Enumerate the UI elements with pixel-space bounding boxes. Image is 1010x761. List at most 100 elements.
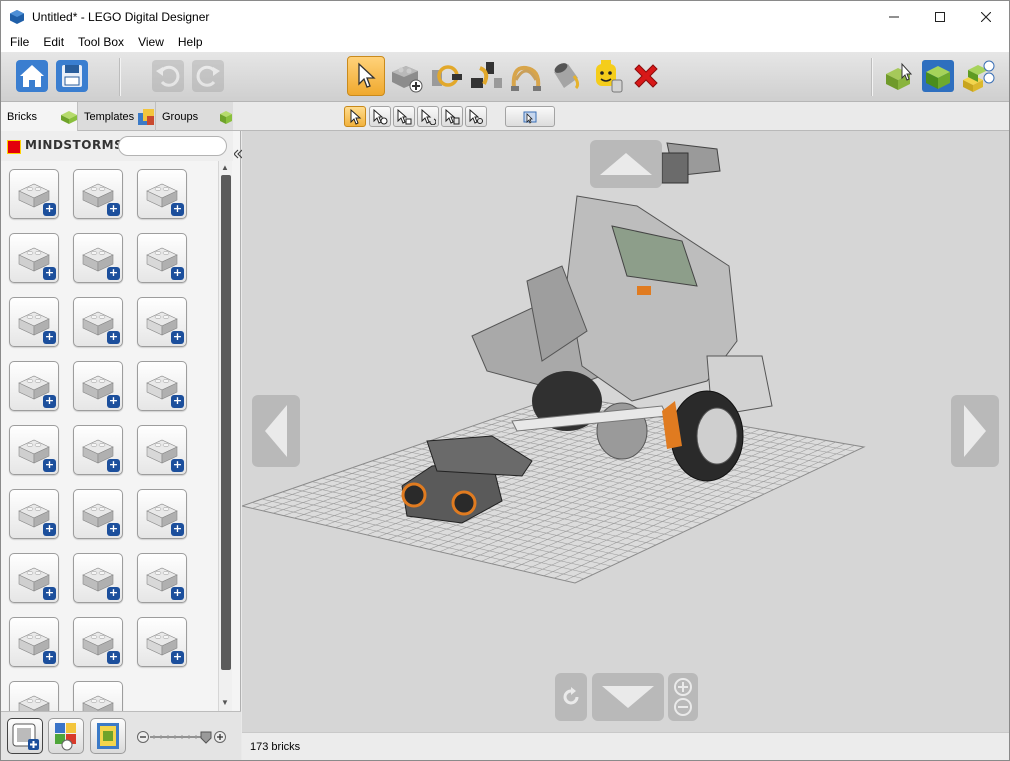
palette-brick[interactable]: +: [73, 553, 123, 603]
palette-brick[interactable]: +: [9, 297, 59, 347]
palette-brick[interactable]: +: [137, 233, 187, 283]
palette-brick[interactable]: +: [73, 425, 123, 475]
paint-bucket-button[interactable]: [547, 56, 585, 96]
add-brick-icon: +: [107, 330, 120, 344]
reset-camera-button[interactable]: [555, 673, 587, 721]
groups-icon: [220, 111, 232, 124]
home-icon: [16, 60, 48, 92]
palette-brick[interactable]: +: [73, 233, 123, 283]
zoom-out-icon[interactable]: [673, 697, 693, 717]
close-button[interactable]: [963, 1, 1009, 32]
camera-left-button[interactable]: [252, 395, 300, 467]
minimize-button[interactable]: [871, 1, 917, 32]
add-brick-icon: +: [43, 394, 56, 408]
multi-select-icon: [373, 108, 388, 124]
building-guide-mode-button[interactable]: [959, 56, 997, 96]
brick-palette-panel: MINDSTORMS ++++++++++++++++++++++++++ ▲ …: [1, 131, 243, 760]
building-guide-mode-icon: [963, 60, 995, 92]
palette-brick[interactable]: +: [137, 553, 187, 603]
same-color-select-button[interactable]: [417, 106, 439, 127]
home-button[interactable]: [13, 56, 51, 96]
palette-brick[interactable]: +: [137, 425, 187, 475]
green-brick-icon: [61, 111, 77, 124]
hinge-align-tool-button[interactable]: [467, 56, 505, 96]
hinge-tool-button[interactable]: [427, 56, 465, 96]
clone-tool-button[interactable]: [387, 56, 425, 96]
view-mode-button[interactable]: [919, 56, 957, 96]
camera-up-button[interactable]: [590, 140, 662, 188]
palette-brick[interactable]: +: [9, 361, 59, 411]
arrow-down-icon: [602, 686, 654, 708]
menu-toolbox[interactable]: Tool Box: [71, 35, 131, 49]
maximize-button[interactable]: [917, 1, 963, 32]
redo-button[interactable]: [189, 56, 227, 96]
tab-templates[interactable]: Templates: [78, 102, 156, 131]
zoom-in-icon[interactable]: [673, 677, 693, 697]
save-button[interactable]: [53, 56, 91, 96]
add-brick-icon: +: [171, 202, 184, 216]
connected-select-button[interactable]: [393, 106, 415, 127]
templates-icon: [138, 109, 154, 125]
tab-groups-label: Groups: [162, 110, 199, 123]
palette-brick[interactable]: +: [9, 233, 59, 283]
instructions-icon: [97, 723, 119, 749]
palette-brick[interactable]: +: [73, 617, 123, 667]
delete-tool-button[interactable]: [627, 56, 665, 96]
double-chevron-left-icon: [233, 149, 243, 159]
palette-brick[interactable]: +: [9, 425, 59, 475]
palette-tabs: Bricks Templates Groups: [1, 102, 233, 131]
flex-tool-button[interactable]: [507, 56, 545, 96]
same-color-shape-select-button[interactable]: [465, 106, 487, 127]
color-palette-button[interactable]: [48, 718, 84, 754]
3d-viewport[interactable]: [242, 131, 1009, 732]
model-scene: [242, 142, 866, 584]
menu-file[interactable]: File: [3, 35, 36, 49]
palette-brick[interactable]: +: [137, 489, 187, 539]
palette-brick[interactable]: +: [137, 169, 187, 219]
menu-bar: File Edit Tool Box View Help: [1, 32, 1009, 52]
build-mode-button[interactable]: [879, 56, 917, 96]
palette-brick[interactable]: +: [73, 489, 123, 539]
lego-logo: [7, 140, 21, 154]
delete-tool-icon: [634, 64, 658, 88]
brick-search-input[interactable]: [118, 136, 227, 156]
menu-edit[interactable]: Edit: [36, 35, 71, 49]
palette-brick[interactable]: +: [9, 169, 59, 219]
camera-right-button[interactable]: [951, 395, 999, 467]
add-brick-icon: +: [43, 586, 56, 600]
scrollbar-thumb[interactable]: [221, 175, 231, 670]
palette-brick[interactable]: +: [137, 361, 187, 411]
tab-groups[interactable]: Groups: [156, 102, 233, 131]
hide-selection-button[interactable]: [505, 106, 555, 127]
palette-brick[interactable]: +: [137, 617, 187, 667]
select-tool-button[interactable]: [347, 56, 385, 96]
building-instructions-button[interactable]: [90, 718, 126, 754]
undo-button[interactable]: [149, 56, 187, 96]
menu-view[interactable]: View: [131, 35, 171, 49]
scroll-down-arrow-icon[interactable]: ▼: [221, 698, 229, 707]
decoration-tool-button[interactable]: [587, 56, 625, 96]
palette-brick[interactable]: +: [9, 489, 59, 539]
scroll-up-arrow-icon[interactable]: ▲: [221, 163, 229, 172]
palette-brick[interactable]: +: [9, 553, 59, 603]
add-brick-icon: +: [171, 266, 184, 280]
same-shape-select-button[interactable]: [441, 106, 463, 127]
palette-brick[interactable]: +: [9, 617, 59, 667]
palette-scrollbar[interactable]: ▲ ▼: [218, 161, 232, 712]
add-brick-icon: +: [43, 650, 56, 664]
hinge-tool-icon: [432, 65, 462, 87]
multi-select-button[interactable]: [369, 106, 391, 127]
single-select-button[interactable]: [344, 106, 366, 127]
collapse-palette-button[interactable]: [233, 149, 243, 161]
palette-brick[interactable]: +: [73, 361, 123, 411]
select-tool-icon: [358, 62, 376, 88]
palette-brick[interactable]: +: [73, 169, 123, 219]
menu-help[interactable]: Help: [171, 35, 210, 49]
camera-down-button[interactable]: [592, 673, 664, 721]
palette-zoom-slider[interactable]: [137, 729, 227, 745]
tab-bricks[interactable]: Bricks: [1, 102, 78, 131]
palette-brick[interactable]: +: [137, 297, 187, 347]
build-mode-icon: [886, 62, 913, 90]
palette-brick[interactable]: +: [73, 297, 123, 347]
add-brick-view-button[interactable]: [7, 718, 43, 754]
